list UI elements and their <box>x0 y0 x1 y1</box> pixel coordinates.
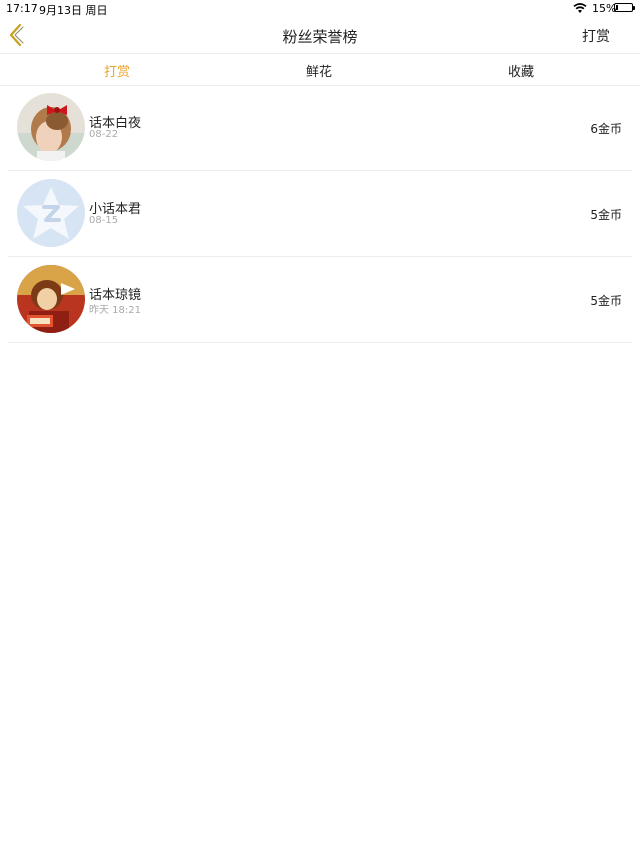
avatar[interactable] <box>17 93 85 161</box>
list-item[interactable]: 话本琼镜 昨天 18:21 5金币 <box>8 257 632 343</box>
fan-date: 昨天 18:21 <box>89 305 141 316</box>
page-title: 粉丝荣誉榜 <box>282 28 358 46</box>
status-bar: 17:17 9月13日 周日 15% <box>0 0 640 17</box>
tab-reward[interactable]: 打赏 <box>77 61 157 80</box>
tab-favorites[interactable]: 收藏 <box>481 61 561 80</box>
battery-fill <box>616 5 618 10</box>
battery-icon <box>614 3 635 12</box>
battery-percent: 15% <box>592 2 617 15</box>
fan-list: 话本白夜 08-22 6金币 小话本君 08-15 5金币 话本琼镜 昨天 18… <box>0 85 640 343</box>
list-item[interactable]: 小话本君 08-15 5金币 <box>8 171 632 257</box>
fan-amount: 6金币 <box>590 122 622 136</box>
status-time: 17:17 <box>6 2 38 15</box>
nav-bar: 粉丝荣誉榜 打赏 <box>0 17 640 54</box>
tab-bar: 打赏 鲜花 收藏 <box>0 54 640 86</box>
wifi-icon <box>573 3 587 13</box>
fan-amount: 5金币 <box>590 208 622 222</box>
fan-date: 08-15 <box>89 215 119 226</box>
tab-flowers[interactable]: 鲜花 <box>279 61 359 80</box>
list-item[interactable]: 话本白夜 08-22 6金币 <box>8 85 632 171</box>
fan-amount: 5金币 <box>590 294 622 308</box>
fan-date: 08-22 <box>89 129 119 140</box>
avatar[interactable] <box>17 265 85 333</box>
avatar[interactable] <box>17 179 85 247</box>
status-date: 9月13日 周日 <box>39 4 108 17</box>
reward-button[interactable]: 打赏 <box>582 26 610 46</box>
